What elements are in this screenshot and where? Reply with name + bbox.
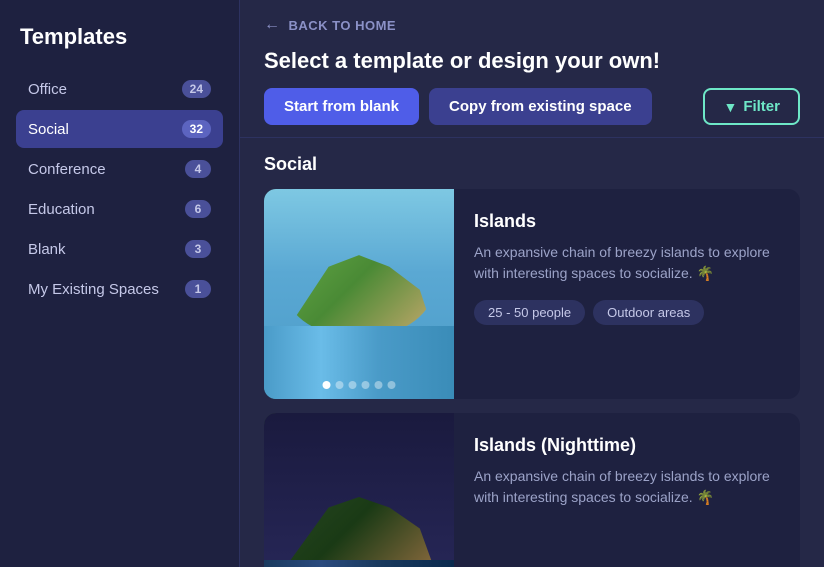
section-label: Social xyxy=(264,154,800,175)
tag-25---50-people: 25 - 50 people xyxy=(474,300,585,325)
filter-label: Filter xyxy=(743,98,780,115)
sidebar-badge-conference: 4 xyxy=(185,160,211,178)
card-image-islands xyxy=(264,189,454,399)
filter-icon: ▼ xyxy=(723,99,737,115)
page-title: Select a template or design your own! xyxy=(264,48,800,74)
sidebar-badge-my-existing-spaces: 1 xyxy=(185,280,211,298)
template-list: Social Islands An expansive chain of bre… xyxy=(240,138,824,567)
sidebar-item-label-office: Office xyxy=(28,81,67,98)
island-visual-islands xyxy=(264,189,454,399)
card-info-islands-nighttime: Islands (Nighttime) An expansive chain o… xyxy=(454,413,800,567)
sidebar-title: Templates xyxy=(16,24,223,50)
sidebar-item-blank[interactable]: Blank 3 xyxy=(16,230,223,268)
start-blank-button[interactable]: Start from blank xyxy=(264,88,419,125)
sidebar-item-conference[interactable]: Conference 4 xyxy=(16,150,223,188)
sidebar-item-education[interactable]: Education 6 xyxy=(16,190,223,228)
sidebar-badge-blank: 3 xyxy=(185,240,211,258)
carousel-dot-0[interactable] xyxy=(323,381,331,389)
filter-button[interactable]: ▼ Filter xyxy=(703,88,800,125)
sidebar: Templates Office 24 Social 32 Conference… xyxy=(0,0,240,567)
carousel-dot-4[interactable] xyxy=(375,381,383,389)
card-desc-islands-nighttime: An expansive chain of breezy islands to … xyxy=(474,466,780,508)
sidebar-item-label-social: Social xyxy=(28,121,69,138)
template-card-islands[interactable]: Islands An expansive chain of breezy isl… xyxy=(264,189,800,399)
card-desc-islands: An expansive chain of breezy islands to … xyxy=(474,242,780,284)
sidebar-item-label-education: Education xyxy=(28,201,95,218)
card-tags: 25 - 50 people Outdoor areas xyxy=(474,300,780,325)
main-panel: ← BACK TO HOME Select a template or desi… xyxy=(240,0,824,567)
sidebar-badge-social: 32 xyxy=(182,120,211,138)
carousel-dot-5[interactable] xyxy=(388,381,396,389)
back-link-label: BACK TO HOME xyxy=(289,18,397,33)
back-link[interactable]: ← BACK TO HOME xyxy=(264,16,800,34)
sidebar-badge-education: 6 xyxy=(185,200,211,218)
action-buttons: Start from blank Copy from existing spac… xyxy=(264,88,800,125)
sidebar-item-office[interactable]: Office 24 xyxy=(16,70,223,108)
card-name-islands: Islands xyxy=(474,211,780,232)
carousel-dot-3[interactable] xyxy=(362,381,370,389)
card-info-islands: Islands An expansive chain of breezy isl… xyxy=(454,189,800,399)
sidebar-item-label-blank: Blank xyxy=(28,241,66,258)
carousel-dots xyxy=(323,381,396,389)
card-name-islands-nighttime: Islands (Nighttime) xyxy=(474,435,780,456)
copy-space-button[interactable]: Copy from existing space xyxy=(429,88,652,125)
sidebar-item-social[interactable]: Social 32 xyxy=(16,110,223,148)
template-card-islands-nighttime[interactable]: Islands (Nighttime) An expansive chain o… xyxy=(264,413,800,567)
sidebar-item-my-existing-spaces[interactable]: My Existing Spaces 1 xyxy=(16,270,223,308)
island-visual-islands-nighttime xyxy=(264,413,454,567)
back-arrow-icon: ← xyxy=(264,16,281,34)
carousel-dot-1[interactable] xyxy=(336,381,344,389)
main-header: ← BACK TO HOME Select a template or desi… xyxy=(240,0,824,138)
sidebar-badge-office: 24 xyxy=(182,80,211,98)
carousel-dot-2[interactable] xyxy=(349,381,357,389)
card-image-islands-nighttime xyxy=(264,413,454,567)
sidebar-item-label-my-existing-spaces: My Existing Spaces xyxy=(28,281,159,298)
sidebar-item-label-conference: Conference xyxy=(28,161,106,178)
tag-outdoor-areas: Outdoor areas xyxy=(593,300,704,325)
